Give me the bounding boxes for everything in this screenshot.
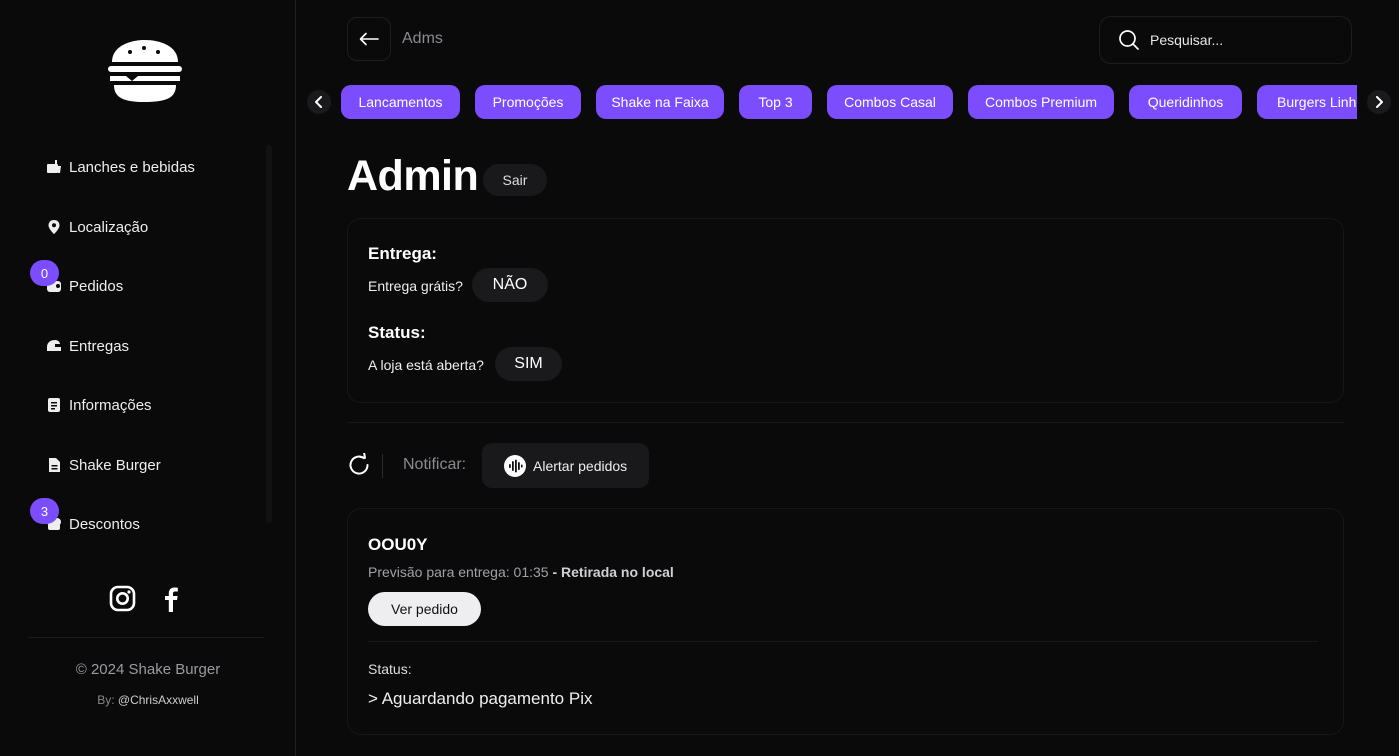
sidebar-item-entregas[interactable]: Entregas	[46, 331, 129, 361]
order-card: OOU0Y Previsão para entrega: 01:35 - Ret…	[347, 508, 1344, 735]
sidebar-item-label: Lanches e bebidas	[69, 158, 195, 176]
carousel-prev-button[interactable]	[307, 90, 331, 114]
order-status-value: > Aguardando pagamento Pix	[368, 689, 593, 708]
food-icon	[47, 160, 61, 173]
store-open-toggle[interactable]: SIM	[495, 347, 562, 381]
sidebar-item-label: Descontos	[69, 515, 140, 533]
category-carousel: Lancamentos Promoções Shake na Faixa Top…	[341, 85, 1357, 119]
chevron-left-icon	[315, 96, 322, 108]
chevron-right-icon	[1376, 96, 1383, 108]
sidebar-item-label: Informações	[69, 396, 152, 414]
facebook-icon[interactable]	[158, 585, 185, 612]
sidebar-scrollbar[interactable]	[266, 145, 272, 523]
sidebar-item-label: Entregas	[69, 337, 130, 355]
breadcrumb: Adms	[402, 30, 443, 47]
carousel-next-button[interactable]	[1367, 90, 1391, 114]
file-icon	[49, 458, 60, 472]
sidebar-item-label: Localização	[69, 218, 149, 236]
order-divider	[368, 641, 1318, 642]
sidebar: Lanches e bebidas Localização Pedidos En…	[0, 0, 296, 756]
order-pickup-text: - Retirada no local	[548, 564, 674, 580]
page-title: Admin	[347, 152, 479, 200]
category-chip[interactable]: Top 3	[739, 85, 812, 119]
search-input[interactable]	[1150, 32, 1340, 48]
sound-wave-icon	[504, 454, 526, 477]
category-chip[interactable]: Combos Premium	[968, 85, 1114, 119]
sidebar-item-lanches[interactable]: Lanches e bebidas	[46, 152, 195, 182]
instagram-icon[interactable]	[109, 585, 136, 612]
category-chip[interactable]: Lancamentos	[341, 85, 460, 119]
author-handle-link[interactable]: @ChrisAxxwell	[118, 693, 199, 707]
free-delivery-toggle[interactable]: NÃO	[472, 268, 548, 302]
sidebar-divider	[28, 637, 264, 638]
store-settings-card: Entrega: Entrega grátis? NÃO Status: A l…	[347, 218, 1344, 403]
sidebar-item-label: Pedidos	[69, 277, 124, 295]
location-pin-icon	[48, 220, 60, 234]
order-eta-text: Previsão para entrega: 01:35	[368, 564, 549, 580]
info-document-icon	[48, 398, 60, 412]
delivery-icon	[47, 340, 61, 351]
sidebar-item-label: Shake Burger	[69, 456, 161, 474]
byline-prefix: By:	[97, 693, 115, 707]
logout-button[interactable]: Sair	[483, 164, 547, 196]
category-chip[interactable]: Promoções	[475, 85, 581, 119]
sidebar-item-descontos[interactable]: Descontos	[46, 509, 140, 539]
notify-label: Notificar:	[403, 456, 467, 473]
refresh-icon[interactable]	[347, 453, 371, 477]
sidebar-item-shake-burger[interactable]: Shake Burger	[46, 450, 161, 480]
delivery-section-title: Entrega:	[368, 244, 437, 263]
category-chip[interactable]: Queridinhos	[1129, 85, 1242, 119]
store-open-question: A loja está aberta?	[368, 357, 484, 373]
copyright-text: © 2024 Shake Burger	[75, 661, 221, 678]
burger-logo-icon[interactable]	[108, 40, 182, 104]
notify-divider	[382, 454, 383, 478]
category-chip[interactable]: Shake na Faixa	[596, 85, 724, 119]
free-delivery-question: Entrega grátis?	[368, 278, 463, 294]
sidebar-item-localizacao[interactable]: Localização	[46, 212, 148, 242]
search-icon	[1119, 30, 1139, 50]
discounts-count-badge: 3	[30, 498, 59, 524]
order-code: OOU0Y	[368, 535, 428, 554]
orders-count-badge: 0	[30, 260, 59, 286]
view-order-button[interactable]: Ver pedido	[368, 592, 481, 626]
sidebar-item-informacoes[interactable]: Informações	[46, 390, 152, 420]
category-chip[interactable]: Combos Casal	[827, 85, 953, 119]
category-chip[interactable]: Burgers Linha	[1257, 85, 1357, 119]
alert-orders-label: Alertar pedidos	[533, 457, 628, 474]
social-links	[109, 585, 185, 612]
order-status-label: Status:	[368, 661, 412, 677]
arrow-left-icon	[359, 32, 379, 46]
author-credit: By: @ChrisAxxwell	[0, 693, 296, 707]
search-box[interactable]	[1099, 16, 1352, 64]
back-button[interactable]	[347, 17, 391, 61]
order-eta: Previsão para entrega: 01:35 - Retirada …	[368, 564, 674, 580]
alert-orders-button[interactable]: Alertar pedidos	[482, 443, 649, 488]
status-section-title: Status:	[368, 323, 426, 342]
section-divider	[347, 422, 1344, 423]
